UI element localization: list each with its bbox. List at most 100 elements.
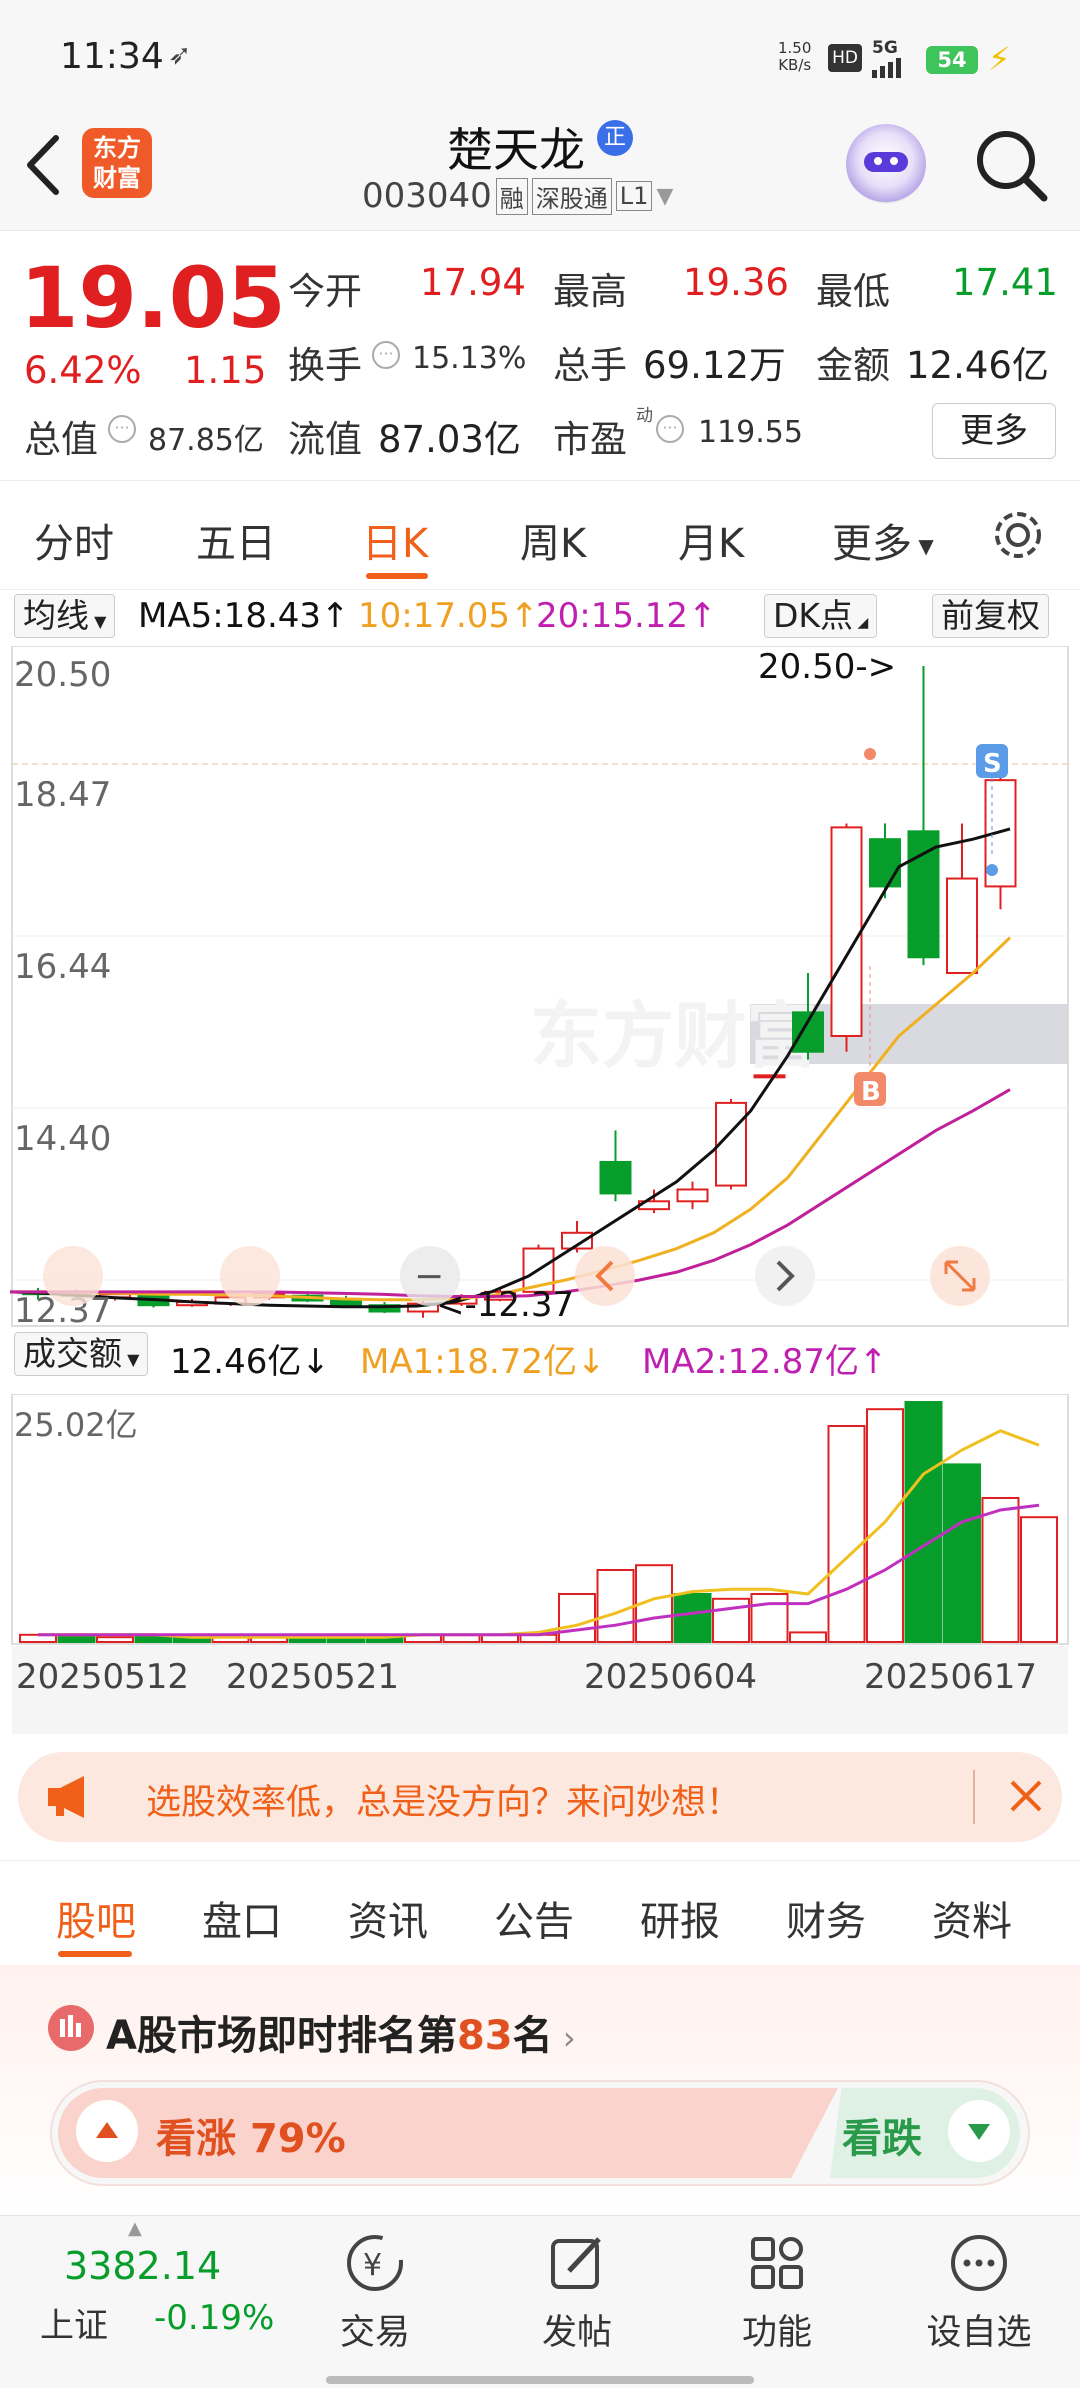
float-value: 87.03亿 [378,418,521,461]
megaphone-icon [48,1776,84,1818]
index-change: -0.19% [154,2298,275,2338]
functions-button[interactable]: 功能 [712,2228,842,2355]
scroll-left-button[interactable] [575,1246,635,1306]
candle [792,1011,824,1053]
adjust-button[interactable]: 前复权 [932,594,1049,638]
gear-icon[interactable] [990,507,1046,563]
tab-forum[interactable]: 股吧 [56,1889,136,1947]
tab-quote-detail[interactable]: 盘口 [202,1889,282,1947]
period-tabs: 分时 五日 日K 周K 月K 更多 ▼ [0,480,1080,590]
turnover-label: 换手 [288,344,362,387]
kline-chart-area: 均线 ▼ MA5:18.43↑ 10:17.05↑ 20:15.12↑ DK点 … [0,590,1080,1735]
open-value: 17.94 [420,261,526,304]
pe-label: 市盈 [553,418,627,461]
info-icon[interactable]: ··· [656,415,684,443]
bullish-label: 看涨 79% [156,2116,346,2162]
volume-bar [596,1569,635,1643]
brand-logo[interactable]: 东方 财富 [82,128,152,198]
tab-intraday[interactable]: 分时 [34,511,114,569]
volume-y-top: 25.02亿 [14,1406,138,1444]
high-marker: 20.50-> [758,647,896,687]
low-value: 17.41 [952,261,1058,304]
market-rank-panel: A股市场即时排名第83名 › 看涨 79% 看跌 [0,1965,1080,2215]
volume-ma2: MA2:12.87亿↑ [642,1342,888,1382]
clock: 11:34 [60,36,164,77]
tab-finance[interactable]: 财务 [786,1889,866,1947]
change-pct: 6.42% [24,349,142,392]
tab-announcements[interactable]: 公告 [494,1889,574,1947]
candle [946,877,978,975]
trade-button[interactable]: ¥ 交易 [310,2228,440,2355]
scroll-right-button[interactable] [755,1246,815,1306]
chart-control[interactable] [220,1246,280,1306]
candle [830,826,863,1037]
bearish-button[interactable] [948,2100,1010,2162]
float-label: 流值 [288,418,362,461]
verified-badge: 正 [597,120,633,156]
index-value[interactable]: 3382.14 [64,2244,221,2288]
candle [599,1160,632,1195]
volume-bar [712,1597,750,1644]
open-label: 今开 [288,270,362,313]
rank-text[interactable]: A股市场即时排名第83名 › [106,2003,576,2061]
tab-news[interactable]: 资讯 [348,1889,428,1947]
volume-bar [943,1463,981,1644]
net-speed: 1.50 KB/s [778,39,812,74]
tab-monthly-k[interactable]: 月K [678,511,744,569]
back-icon[interactable] [22,130,62,200]
info-tabs: 股吧 盘口 资讯 公告 研报 财务 资料 [0,1860,1080,1965]
quote-panel: 19.05 6.42% 1.15 今开 17.94 最高 19.36 最低 17… [0,230,1080,480]
stock-name: 楚天龙 [447,123,585,177]
tag-rong: 融 [495,177,528,215]
promo-banner[interactable]: 选股效率低，总是没方向？来问妙想！ [18,1752,1062,1842]
ma-line-ma20 [10,1088,1011,1299]
tab-five-day[interactable]: 五日 [196,511,276,569]
stock-code-row: 003040 融 深股通 L1 ▼ [362,176,673,216]
more-dots-icon [951,2235,1007,2291]
low-label: 最低 [816,270,890,313]
sentiment-bar: 看涨 79% 看跌 [50,2080,1030,2186]
high-label: 最高 [553,270,627,313]
chart-control[interactable] [43,1246,103,1306]
info-icon[interactable]: ··· [108,415,136,443]
amount-value: 12.46亿 [906,344,1049,387]
dk-button[interactable]: DK点 ◢ [764,594,878,638]
candle [753,1074,786,1079]
volume-bar [981,1497,1020,1643]
tab-research[interactable]: 研报 [640,1889,720,1947]
bullish-button[interactable] [76,2100,138,2162]
post-button[interactable]: 发帖 [512,2228,642,2355]
ma-selector[interactable]: 均线 ▼ [14,594,116,638]
assistant-avatar[interactable] [846,124,926,204]
close-icon[interactable] [1006,1776,1046,1816]
bearish-label: 看跌 [842,2116,922,2162]
volume-bar [904,1401,943,1643]
y-label: 20.50 [14,655,111,695]
buy-mark-label: B [861,1077,881,1107]
tab-weekly-k[interactable]: 周K [520,511,586,569]
turnover-value: 15.13% [412,341,527,376]
chevron-up-icon[interactable]: ▲ [128,2218,142,2239]
volume-svg[interactable]: 25.02亿 20250512 20250521 20250604 202506… [0,1394,1080,1734]
volume-value: 12.46亿↓ [170,1342,330,1382]
volume-bar [827,1425,866,1643]
more-button[interactable]: 更多 [932,403,1056,459]
tab-more[interactable]: 更多 ▼ [832,511,934,569]
volume-bar [866,1408,904,1644]
active-tab-indicator [366,573,428,579]
info-icon[interactable]: ··· [372,341,400,369]
svg-text:¥: ¥ [363,2248,382,2283]
charging-icon: ⚡ [988,40,1011,78]
search-icon[interactable] [972,126,1052,206]
chevron-down-icon[interactable]: ▼ [656,184,673,209]
edit-icon [551,2237,601,2289]
ma20-value: 20:15.12↑ [536,596,717,636]
tab-profile[interactable]: 资料 [932,1889,1012,1947]
tab-daily-k[interactable]: 日K [362,511,428,569]
high-value: 19.36 [683,261,789,304]
volume-bar [558,1593,596,1643]
volume-selector[interactable]: 成交额 ▼ [14,1332,149,1376]
grid-icon [751,2237,803,2289]
ranking-icon [48,2005,94,2051]
add-watchlist-button[interactable]: 设自选 [914,2228,1044,2355]
